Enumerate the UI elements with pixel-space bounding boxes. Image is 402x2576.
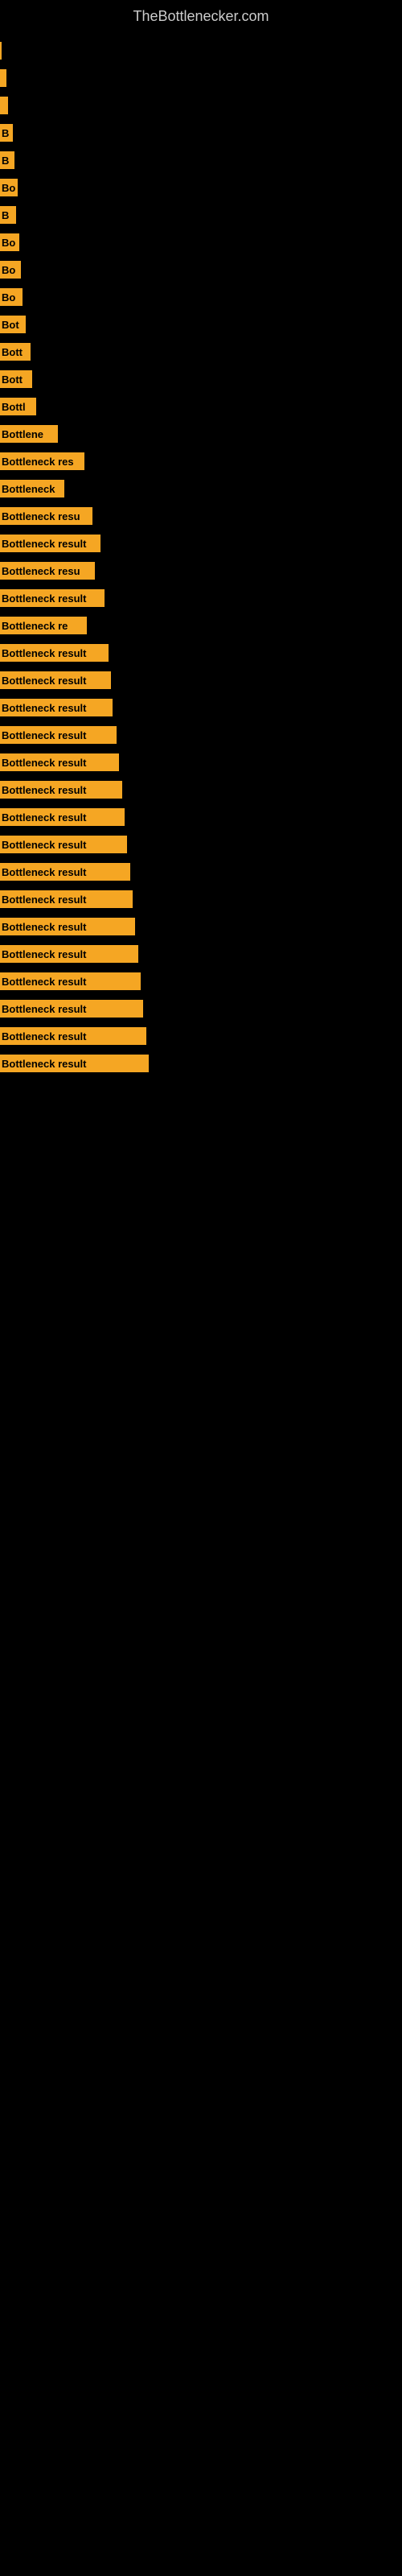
bar-row: Bo — [0, 229, 402, 256]
bar-label: Bo — [0, 288, 23, 306]
bar-label: Bottleneck result — [0, 836, 127, 853]
bar-label: Bo — [0, 233, 19, 251]
bar-row — [0, 92, 402, 119]
bar-row: Bottleneck resu — [0, 557, 402, 584]
bar-label: Bottlene — [0, 425, 58, 443]
bars-container: BBBoBBoBoBoBotBottBottBottlBottleneBottl… — [0, 29, 402, 1085]
bar-label: Bottleneck result — [0, 890, 133, 908]
bar-row: Bottleneck re — [0, 612, 402, 639]
bar-row: B — [0, 147, 402, 174]
bar-label: Bottleneck result — [0, 726, 117, 744]
bar-label: Bottleneck result — [0, 945, 138, 963]
bar-label: Bottleneck result — [0, 1027, 146, 1045]
bar-row: Bottleneck result — [0, 1022, 402, 1050]
bar-row: Bo — [0, 283, 402, 311]
bar-row: Bottleneck result — [0, 721, 402, 749]
bar-row: Bo — [0, 256, 402, 283]
bar-row: Bot — [0, 311, 402, 338]
bar-label: Bottl — [0, 398, 36, 415]
bar-label: Bottleneck result — [0, 671, 111, 689]
bar-label: Bottleneck result — [0, 1000, 143, 1018]
bar-label: Bottleneck re — [0, 617, 87, 634]
bar-label: Bottleneck result — [0, 972, 141, 990]
bar-label: Bott — [0, 343, 31, 361]
bar-label: Bottleneck result — [0, 863, 130, 881]
bar-label: Bo — [0, 179, 18, 196]
bar-row: Bottl — [0, 393, 402, 420]
bar-label: Bottleneck result — [0, 644, 109, 662]
bar-row — [0, 64, 402, 92]
bar-row: Bottleneck result — [0, 584, 402, 612]
bar-label: Bottleneck result — [0, 1055, 149, 1072]
bar-row: Bottleneck result — [0, 694, 402, 721]
bar-row — [0, 37, 402, 64]
bar-label: Bott — [0, 370, 32, 388]
bar-label: Bot — [0, 316, 26, 333]
bar-row: Bottleneck result — [0, 639, 402, 667]
bar-label — [0, 42, 2, 60]
bar-row: B — [0, 119, 402, 147]
bar-row: Bott — [0, 365, 402, 393]
bar-row: Bottleneck result — [0, 886, 402, 913]
bar-row: Bottleneck result — [0, 913, 402, 940]
bar-label: Bottleneck result — [0, 918, 135, 935]
bar-label: Bottleneck resu — [0, 562, 95, 580]
bar-label: Bottleneck result — [0, 535, 100, 552]
bar-row: Bottleneck result — [0, 968, 402, 995]
bar-row: Bottleneck result — [0, 749, 402, 776]
bar-row: Bott — [0, 338, 402, 365]
bar-label — [0, 97, 8, 114]
bar-row: Bottleneck result — [0, 667, 402, 694]
bar-label: Bottleneck resu — [0, 507, 92, 525]
bar-label: Bo — [0, 261, 21, 279]
bar-label: Bottleneck result — [0, 781, 122, 799]
bar-row: Bottleneck result — [0, 1050, 402, 1077]
bar-label: Bottleneck result — [0, 589, 105, 607]
bar-label: Bottleneck res — [0, 452, 84, 470]
bar-row: Bottleneck res — [0, 448, 402, 475]
bar-label — [0, 69, 6, 87]
bar-label: B — [0, 206, 16, 224]
bar-label: B — [0, 124, 13, 142]
bar-row: B — [0, 201, 402, 229]
bar-row: Bottleneck — [0, 475, 402, 502]
bar-label: Bottleneck — [0, 480, 64, 497]
bar-row: Bottleneck result — [0, 995, 402, 1022]
bar-row: Bottlene — [0, 420, 402, 448]
bar-row: Bo — [0, 174, 402, 201]
bar-row: Bottleneck result — [0, 858, 402, 886]
bar-label: Bottleneck result — [0, 699, 113, 716]
bar-row: Bottleneck result — [0, 776, 402, 803]
bar-row: Bottleneck result — [0, 940, 402, 968]
bar-row: Bottleneck result — [0, 530, 402, 557]
bar-label: Bottleneck result — [0, 753, 119, 771]
bar-label: B — [0, 151, 14, 169]
bar-row: Bottleneck resu — [0, 502, 402, 530]
bar-label: Bottleneck result — [0, 808, 125, 826]
bar-row: Bottleneck result — [0, 831, 402, 858]
bar-row: Bottleneck result — [0, 803, 402, 831]
site-title: TheBottlenecker.com — [0, 0, 402, 29]
